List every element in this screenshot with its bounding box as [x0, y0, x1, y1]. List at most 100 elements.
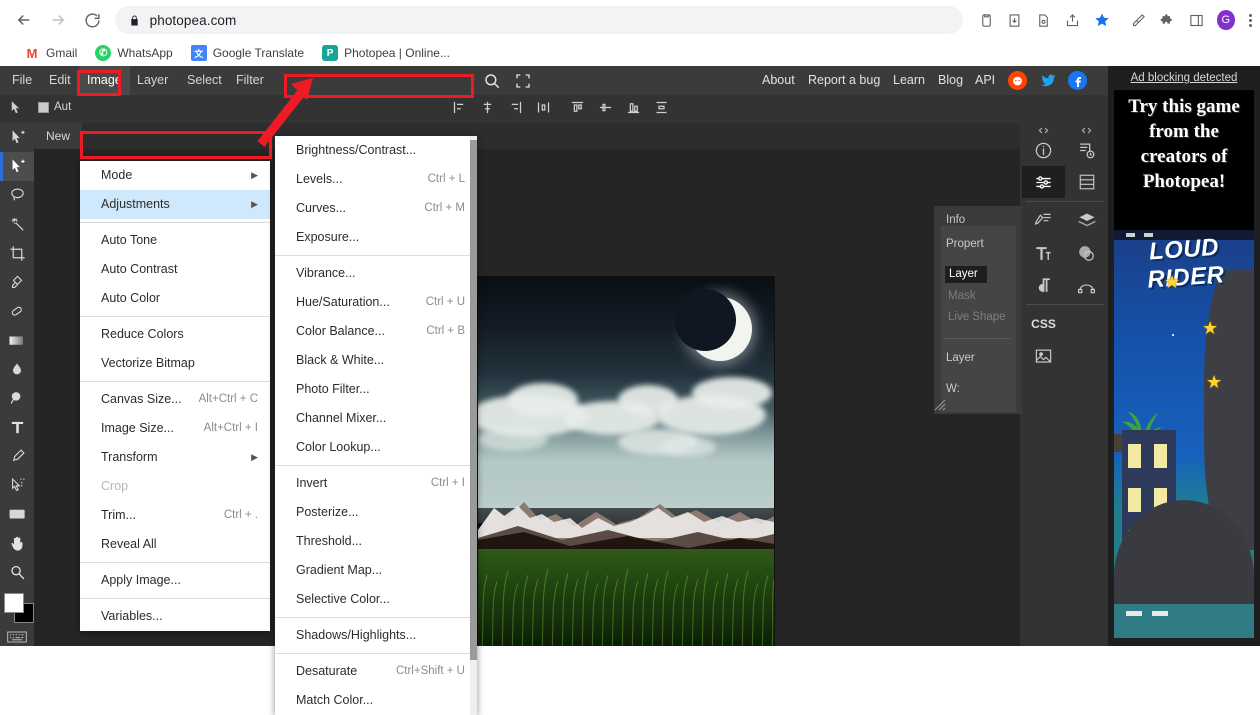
paths-icon[interactable]: [1065, 269, 1108, 301]
browser-menu-icon[interactable]: [1241, 13, 1260, 27]
menu-item-auto-contrast[interactable]: Auto Contrast: [80, 255, 270, 284]
tool-path-select[interactable]: [0, 471, 34, 500]
menu-item-match-color[interactable]: Match Color...: [275, 686, 477, 715]
property-row-mask[interactable]: Mask: [948, 290, 975, 302]
tool-eyedropper[interactable]: [0, 268, 34, 297]
menu-edit[interactable]: Edit: [41, 66, 79, 95]
dock-collapse-right-icon[interactable]: [1065, 126, 1108, 134]
channels-icon[interactable]: [1065, 166, 1108, 198]
menu-item-vibrance[interactable]: Vibrance...: [275, 259, 477, 288]
menu-item-mode[interactable]: Mode ▶: [80, 161, 270, 190]
document-search-icon[interactable]: [1032, 7, 1055, 33]
sidebar-icon[interactable]: [1185, 7, 1208, 33]
menu-item-canvas-size[interactable]: Canvas Size... Alt+Ctrl + C: [80, 385, 270, 414]
menu-item-gradient-map[interactable]: Gradient Map...: [275, 556, 477, 585]
reload-button[interactable]: [78, 4, 106, 36]
menu-file[interactable]: File: [4, 66, 40, 95]
menu-scrollbar[interactable]: [470, 136, 477, 715]
panel-tab-info[interactable]: Info: [946, 214, 965, 226]
css-icon[interactable]: CSS: [1022, 308, 1065, 340]
character-icon[interactable]: [1022, 237, 1065, 269]
history-icon[interactable]: [1065, 134, 1108, 166]
tool-move-alt[interactable]: [0, 152, 34, 181]
color-swatches[interactable]: [0, 591, 34, 625]
align-middle-icon[interactable]: [598, 100, 615, 117]
tool-shape[interactable]: [0, 500, 34, 529]
image-menu-dropdown[interactable]: Mode ▶ Adjustments ▶ Auto Tone Auto Contra…: [80, 161, 270, 631]
forward-button[interactable]: [44, 4, 72, 36]
tool-lasso[interactable]: [0, 181, 34, 210]
tool-move[interactable]: [0, 123, 34, 152]
link-blog[interactable]: Blog: [938, 66, 963, 95]
menu-item-adjustments[interactable]: Adjustments ▶: [80, 190, 270, 219]
align-right-icon[interactable]: [508, 100, 525, 117]
dock-collapse-left-icon[interactable]: [1022, 126, 1065, 134]
menu-item-threshold[interactable]: Threshold...: [275, 527, 477, 556]
bookmark-photopea[interactable]: P Photopea | Online...: [322, 45, 450, 61]
resize-handle-icon[interactable]: [934, 398, 946, 411]
distribute-v-icon[interactable]: [654, 100, 671, 117]
swatches-icon[interactable]: [1065, 237, 1108, 269]
menu-image[interactable]: Image: [79, 66, 130, 95]
reddit-icon[interactable]: [1008, 71, 1027, 90]
extensions-puzzle-icon[interactable]: [1156, 7, 1179, 33]
tool-type[interactable]: [0, 413, 34, 442]
align-bottom-icon[interactable]: [626, 100, 643, 117]
profile-avatar[interactable]: G: [1216, 10, 1235, 30]
clipboard-icon[interactable]: [975, 7, 998, 33]
tool-healing-brush[interactable]: [0, 297, 34, 326]
auto-select-checkbox[interactable]: Aut: [38, 101, 71, 113]
image-icon[interactable]: [1022, 340, 1065, 372]
link-report-a-bug[interactable]: Report a bug: [808, 66, 880, 95]
menu-item-levels[interactable]: Levels... Ctrl + L: [275, 165, 477, 194]
menu-item-apply-image[interactable]: Apply Image...: [80, 566, 270, 595]
menu-item-color-lookup[interactable]: Color Lookup...: [275, 433, 477, 462]
menu-item-auto-color[interactable]: Auto Color: [80, 284, 270, 313]
menu-item-reveal-all[interactable]: Reveal All: [80, 530, 270, 559]
adjustments-icon[interactable]: [1022, 166, 1065, 198]
adjustments-submenu[interactable]: Brightness/Contrast... Levels... Ctrl + L…: [275, 136, 477, 715]
menu-item-auto-tone[interactable]: Auto Tone: [80, 226, 270, 255]
menu-item-trim[interactable]: Trim... Ctrl + .: [80, 501, 270, 530]
bookmark-whatsapp[interactable]: ✆ WhatsApp: [95, 45, 173, 61]
keyboard-icon[interactable]: [0, 625, 34, 649]
bookmark-star-icon[interactable]: [1090, 7, 1113, 33]
align-top-icon[interactable]: [570, 100, 587, 117]
tool-blur[interactable]: [0, 355, 34, 384]
share-icon[interactable]: [1061, 7, 1084, 33]
menu-select[interactable]: Select: [179, 66, 230, 95]
layers-icon[interactable]: [1065, 205, 1108, 237]
tool-hand[interactable]: [0, 529, 34, 558]
menu-item-curves[interactable]: Curves... Ctrl + M: [275, 194, 477, 223]
menu-item-reduce-colors[interactable]: Reduce Colors: [80, 320, 270, 349]
tool-crop[interactable]: [0, 239, 34, 268]
tool-dodge[interactable]: [0, 384, 34, 413]
search-icon[interactable]: [483, 72, 501, 90]
menu-layer[interactable]: Layer: [129, 66, 176, 95]
back-button[interactable]: [10, 4, 38, 36]
bookmark-gmail[interactable]: M Gmail: [24, 45, 78, 61]
align-left-icon[interactable]: [452, 100, 469, 117]
align-center-h-icon[interactable]: [480, 100, 497, 117]
ad-blocking-message[interactable]: Ad blocking detected: [1108, 72, 1260, 84]
property-row-live-shape[interactable]: Live Shape: [948, 311, 1006, 323]
info-icon[interactable]: [1022, 134, 1065, 166]
distribute-h-icon[interactable]: [536, 100, 553, 117]
menu-item-exposure[interactable]: Exposure...: [275, 223, 477, 252]
menu-item-posterize[interactable]: Posterize...: [275, 498, 477, 527]
ad-card[interactable]: Try this game from the creators of Photo…: [1114, 90, 1254, 638]
menu-item-desaturate[interactable]: Desaturate Ctrl+Shift + U: [275, 657, 477, 686]
tool-pen[interactable]: [0, 442, 34, 471]
menu-item-black-and-white[interactable]: Black & White...: [275, 346, 477, 375]
link-learn[interactable]: Learn: [893, 66, 925, 95]
menu-item-variables[interactable]: Variables...: [80, 602, 270, 631]
menu-item-channel-mixer[interactable]: Channel Mixer...: [275, 404, 477, 433]
address-bar[interactable]: photopea.com: [114, 6, 963, 34]
tool-zoom[interactable]: [0, 558, 34, 587]
download-icon[interactable]: [1004, 7, 1027, 33]
brush-icon[interactable]: [1022, 205, 1065, 237]
menu-scrollbar-thumb[interactable]: [470, 140, 477, 660]
menu-item-photo-filter[interactable]: Photo Filter...: [275, 375, 477, 404]
eyedropper-icon[interactable]: [1127, 7, 1150, 33]
panel-tab-properties[interactable]: Propert: [946, 238, 984, 250]
